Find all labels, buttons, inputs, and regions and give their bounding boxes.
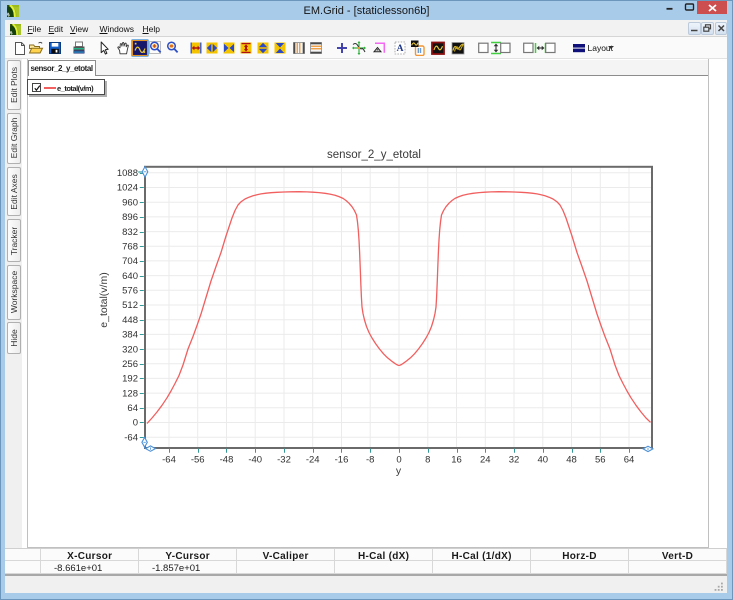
svg-text:1088: 1088: [117, 168, 138, 179]
svg-text:896: 896: [122, 212, 138, 223]
svg-text:384: 384: [122, 330, 138, 341]
svg-text:24: 24: [480, 455, 491, 466]
svg-text:-32: -32: [277, 455, 291, 466]
svg-text:320: 320: [122, 344, 138, 355]
svg-text:8: 8: [425, 455, 430, 466]
svg-text:-8: -8: [366, 455, 374, 466]
svg-text:-56: -56: [191, 455, 205, 466]
svg-text:-48: -48: [220, 455, 234, 466]
svg-text:56: 56: [595, 455, 606, 466]
svg-text:64: 64: [127, 403, 138, 414]
svg-text:0: 0: [133, 418, 138, 429]
svg-text:256: 256: [122, 359, 138, 370]
svg-text:960: 960: [122, 197, 138, 208]
svg-text:640: 640: [122, 271, 138, 282]
svg-text:64: 64: [624, 455, 635, 466]
svg-text:128: 128: [122, 388, 138, 399]
svg-text:576: 576: [122, 286, 138, 297]
svg-text:-64: -64: [162, 455, 176, 466]
svg-text:48: 48: [566, 455, 577, 466]
svg-text:1024: 1024: [117, 183, 138, 194]
svg-text:192: 192: [122, 374, 138, 385]
svg-text:832: 832: [122, 227, 138, 238]
svg-text:y: y: [396, 465, 402, 477]
svg-text:448: 448: [122, 315, 138, 326]
svg-text:40: 40: [538, 455, 549, 466]
svg-text:-24: -24: [306, 455, 320, 466]
svg-text:sensor_2_y_etotal: sensor_2_y_etotal: [327, 149, 421, 161]
svg-text:768: 768: [122, 241, 138, 252]
svg-text:-16: -16: [335, 455, 349, 466]
svg-text:704: 704: [122, 256, 138, 267]
svg-text:-40: -40: [248, 455, 262, 466]
svg-text:32: 32: [509, 455, 520, 466]
svg-text:-64: -64: [124, 432, 138, 443]
svg-text:e_total(v/m): e_total(v/m): [98, 272, 110, 327]
svg-text:0: 0: [396, 455, 401, 466]
svg-text:16: 16: [451, 455, 462, 466]
svg-text:512: 512: [122, 300, 138, 311]
